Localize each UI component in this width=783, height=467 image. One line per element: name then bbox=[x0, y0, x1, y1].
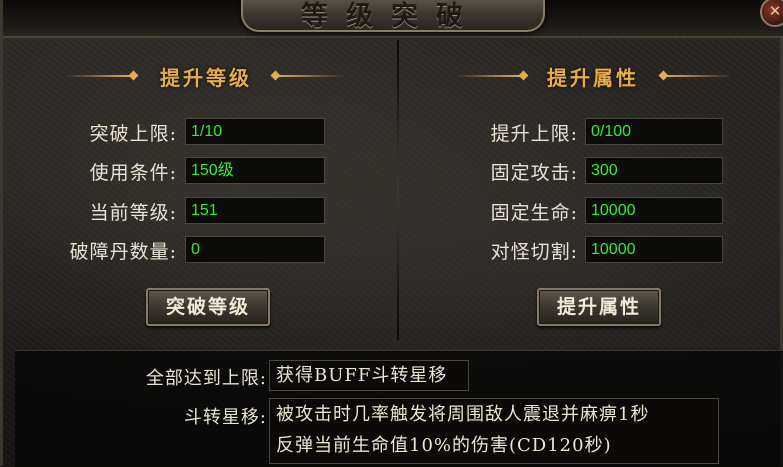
window-title: 等级突破 bbox=[301, 1, 481, 32]
monster-cut-value: 10000 bbox=[585, 236, 723, 263]
fixed-attack-value: 300 bbox=[585, 157, 723, 184]
buff-description: 被攻击时几率触发将周围敌人震退并麻痹1秒 反弹当前生命值10%的伤害(CD120… bbox=[269, 398, 719, 464]
pill-count-label: 破障丹数量: bbox=[69, 241, 177, 263]
monster-cut-label: 对怪切割: bbox=[490, 241, 578, 263]
buff-name-label: 斗转星移: bbox=[183, 407, 267, 428]
break-level-button[interactable]: 突破等级 bbox=[146, 288, 270, 326]
upgrade-attributes-button[interactable]: 提升属性 bbox=[537, 288, 661, 326]
buff-reward-value: 获得BUFF斗转星移 bbox=[269, 360, 469, 391]
fixed-hp-value: 10000 bbox=[585, 197, 723, 224]
buff-description-line: 被攻击时几率触发将周围敌人震退并麻痹1秒 bbox=[276, 404, 650, 425]
use-condition-value: 150级 bbox=[185, 157, 325, 184]
upgrade-limit-label: 提升上限: bbox=[490, 123, 578, 145]
current-level-value: 151 bbox=[185, 197, 325, 224]
panel-divider bbox=[397, 40, 399, 340]
fixed-hp-label: 固定生命: bbox=[490, 202, 578, 224]
use-condition-label: 使用条件: bbox=[89, 162, 177, 184]
upgrade-limit-value: 0/100 bbox=[585, 118, 723, 145]
heading-ornament-right bbox=[276, 75, 344, 77]
heading-ornament-right bbox=[664, 75, 732, 77]
level-breakthrough-window: 等级突破 ✕ 提升等级 突破上限: 1/10 使用条件: 150级 当前等级: … bbox=[0, 0, 783, 467]
pill-count-value: 0 bbox=[185, 236, 325, 263]
current-level-label: 当前等级: bbox=[89, 202, 177, 224]
break-limit-value: 1/10 bbox=[185, 118, 325, 145]
fixed-attack-label: 固定攻击: bbox=[490, 162, 578, 184]
all-max-label: 全部达到上限: bbox=[145, 368, 267, 389]
close-icon: ✕ bbox=[768, 2, 782, 20]
buff-info-panel: 全部达到上限: 获得BUFF斗转星移 斗转星移: 被攻击时几率触发将周围敌人震退… bbox=[15, 350, 783, 467]
buff-description-line: 反弹当前生命值10%的伤害(CD120秒) bbox=[276, 435, 612, 456]
break-limit-label: 突破上限: bbox=[89, 123, 177, 145]
